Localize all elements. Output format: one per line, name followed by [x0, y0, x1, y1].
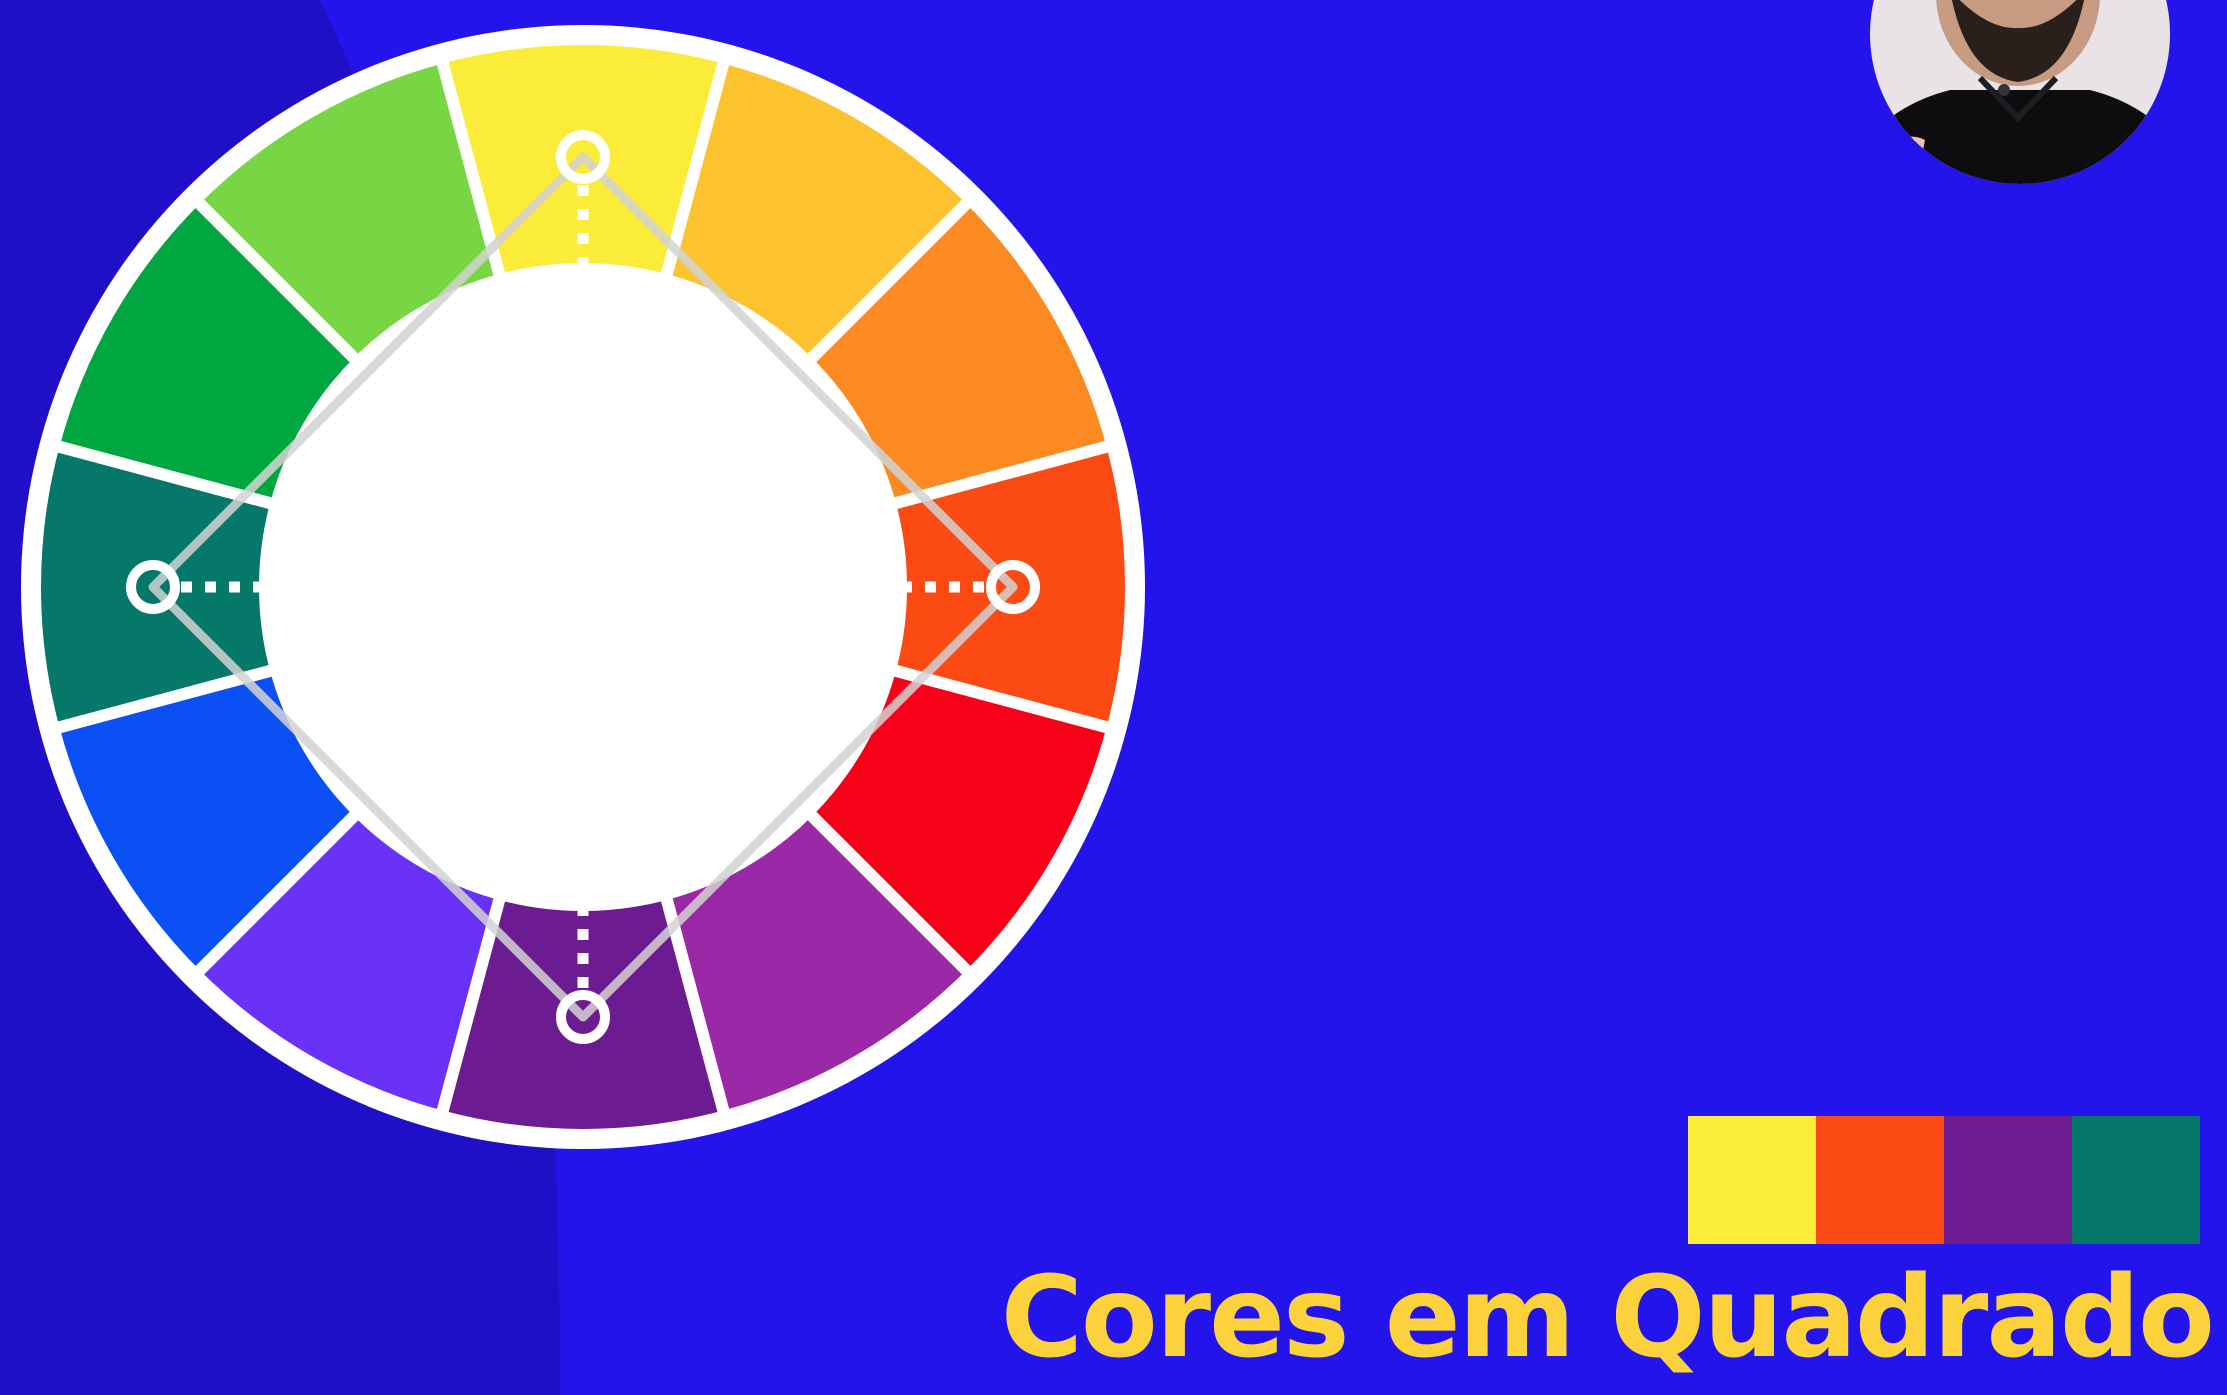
slide-title: Cores em Quadrado — [1000, 1253, 2215, 1383]
color-wheel-scene — [0, 0, 2200, 1395]
avatar-hand — [1888, 136, 1925, 166]
color-swatch-3 — [1944, 1116, 2072, 1244]
color-swatch-1 — [1688, 1116, 1816, 1244]
presenter-avatar — [1870, 0, 2170, 184]
color-swatch-4 — [2072, 1116, 2200, 1244]
color-swatches — [1688, 1116, 2200, 1244]
color-swatch-2 — [1816, 1116, 1944, 1244]
avatar-shirt-button — [1998, 84, 2010, 96]
